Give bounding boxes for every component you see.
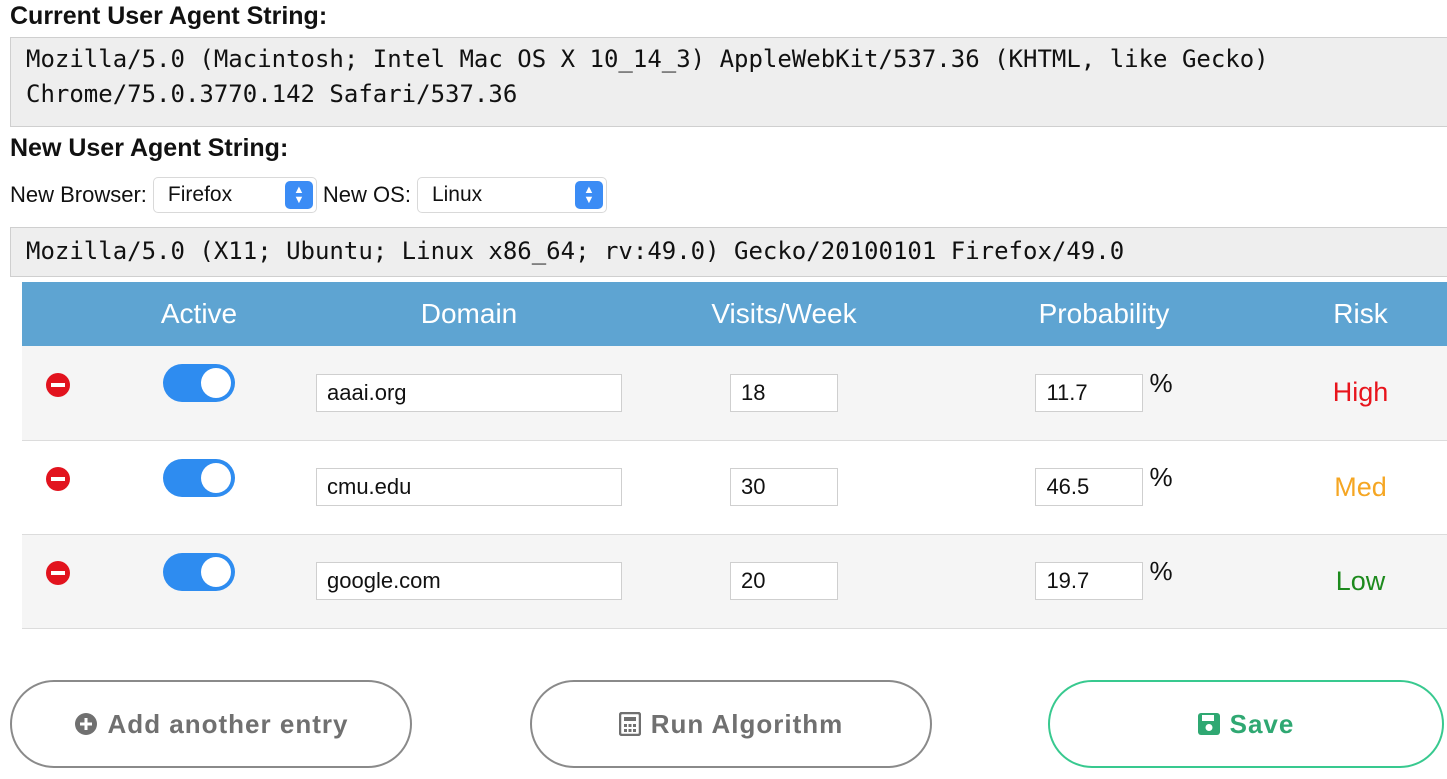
visits-input[interactable]: 30 [730,468,838,506]
risk-cell: Low [1274,534,1447,629]
run-algorithm-button[interactable]: Run Algorithm [530,680,932,768]
table-row: aaai.org 18 11.7% High [22,346,1447,441]
table-row: google.com 20 19.7% Low [22,534,1447,629]
add-entry-button[interactable]: Add another entry [10,680,412,768]
calculator-icon [618,712,641,736]
toggle-knob [201,462,231,493]
domain-cell: aaai.org [304,346,634,441]
risk-label: Med [1334,471,1387,502]
add-entry-label: Add another entry [107,708,349,739]
risk-cell: High [1274,346,1447,441]
probability-cell: 46.5% [934,440,1274,535]
toggle-knob [201,368,231,399]
active-toggle[interactable] [163,552,235,591]
probability-input[interactable]: 19.7 [1035,562,1144,600]
current-ua-display: Mozilla/5.0 (Macintosh; Intel Mac OS X 1… [10,37,1447,127]
current-ua-line-1: Mozilla/5.0 (Macintosh; Intel Mac OS X 1… [26,45,1269,73]
save-label: Save [1229,708,1295,739]
plus-circle-icon [74,712,98,736]
header-risk: Risk [1333,298,1388,329]
domain-cell: google.com [304,534,634,629]
current-ua-heading: Current User Agent String: [10,2,328,30]
select-arrows-icon: ▲ ▼ [574,181,603,209]
active-cell [94,534,304,629]
run-algorithm-label: Run Algorithm [650,708,844,739]
selector-row: New Browser: Firefox ▲ ▼ New OS: Linux ▲ ▼ [10,175,613,215]
visits-input[interactable]: 18 [730,373,838,412]
visits-cell: 18 [634,346,934,441]
header-visits: Visits/Week [711,298,857,329]
domain-input[interactable]: cmu.edu [316,468,622,506]
new-browser-label: New Browser: [10,182,147,207]
save-button[interactable]: Save [1048,680,1444,768]
entries-table: Active Domain Visits/Week Probability Ri… [22,282,1447,629]
new-ua-display: Mozilla/5.0 (X11; Ubuntu; Linux x86_64; … [10,227,1447,277]
remove-cell [22,346,94,441]
visits-cell: 30 [634,440,934,535]
remove-entry-icon[interactable] [46,467,70,491]
floppy-disk-icon [1197,713,1220,735]
domain-input[interactable]: aaai.org [316,373,622,412]
risk-label: Low [1335,565,1386,596]
risk-label: High [1332,377,1389,408]
remove-entry-icon[interactable] [46,561,70,585]
probability-cell: 11.7% [934,346,1274,441]
new-ua-heading: New User Agent String: [10,134,289,162]
active-cell [94,346,304,441]
browser-select-value: Firefox [167,183,233,206]
visits-cell: 20 [634,534,934,629]
header-remove [22,282,94,346]
browser-select[interactable]: Firefox ▲ ▼ [152,177,317,213]
active-cell [94,440,304,535]
os-select-value: Linux [431,183,483,206]
os-select[interactable]: Linux ▲ ▼ [416,177,607,213]
domain-input[interactable]: google.com [316,562,622,600]
active-toggle[interactable] [163,364,235,403]
percent-label: % [1149,462,1173,492]
new-ua-line: Mozilla/5.0 (X11; Ubuntu; Linux x86_64; … [26,237,1125,265]
remove-cell [22,440,94,535]
toggle-knob [201,556,231,587]
percent-label: % [1149,556,1173,586]
new-os-label: New OS: [322,182,411,207]
table-header-row: Active Domain Visits/Week Probability Ri… [22,282,1447,346]
domain-cell: cmu.edu [304,440,634,535]
remove-cell [22,534,94,629]
header-probability: Probability [1038,298,1170,329]
active-toggle[interactable] [163,458,235,497]
current-ua-line-2: Chrome/75.0.3770.142 Safari/537.36 [26,80,518,108]
percent-label: % [1149,367,1173,398]
header-domain: Domain [420,298,518,329]
visits-input[interactable]: 20 [730,562,838,600]
select-arrows-icon: ▲ ▼ [284,181,313,209]
table-row: cmu.edu 30 46.5% Med [22,440,1447,535]
probability-input[interactable]: 46.5 [1035,468,1144,506]
probability-input[interactable]: 11.7 [1035,373,1144,412]
header-active: Active [160,298,238,329]
risk-cell: Med [1274,440,1447,535]
probability-cell: 19.7% [934,534,1274,629]
remove-entry-icon[interactable] [46,372,70,397]
